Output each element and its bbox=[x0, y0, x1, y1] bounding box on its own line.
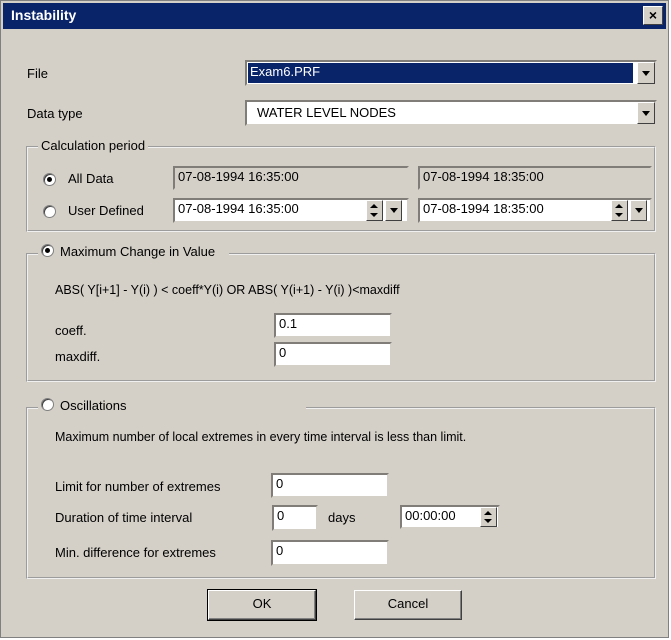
days-label: days bbox=[328, 510, 356, 525]
maxdiff-input[interactable]: 0 bbox=[274, 342, 392, 367]
user-defined-radio[interactable] bbox=[43, 205, 56, 218]
end-spinner-icon[interactable] bbox=[611, 200, 628, 221]
user-defined-end-value: 07-08-1994 18:35:00 bbox=[423, 201, 544, 216]
time-spinner-icon[interactable] bbox=[480, 507, 497, 527]
maximum-change-label: Maximum Change in Value bbox=[60, 244, 216, 259]
end-chevron-down-icon[interactable] bbox=[630, 200, 647, 221]
limit-input[interactable]: 0 bbox=[271, 473, 389, 498]
file-value: Exam6.PRF bbox=[248, 63, 633, 83]
oscillations-radio[interactable] bbox=[41, 398, 54, 411]
start-chevron-down-icon[interactable] bbox=[385, 200, 402, 221]
data-type-label: Data type bbox=[27, 106, 83, 121]
all-data-radio[interactable] bbox=[43, 173, 56, 186]
oscillations-description: Maximum number of local extremes in ever… bbox=[55, 430, 467, 444]
maximum-change-radio[interactable] bbox=[41, 244, 54, 257]
all-data-start-field: 07-08-1994 16:35:00 bbox=[173, 166, 409, 190]
start-spinner-icon[interactable] bbox=[366, 200, 383, 221]
chevron-down-icon[interactable] bbox=[637, 102, 655, 124]
duration-time-value: 00:00:00 bbox=[405, 508, 456, 523]
all-data-label: All Data bbox=[68, 171, 114, 186]
limit-label: Limit for number of extremes bbox=[55, 479, 221, 494]
cancel-button[interactable]: Cancel bbox=[354, 590, 462, 620]
file-label: File bbox=[27, 66, 48, 81]
data-type-select[interactable]: WATER LEVEL NODES bbox=[245, 100, 657, 126]
ok-button[interactable]: OK bbox=[207, 589, 317, 621]
min-diff-input[interactable]: 0 bbox=[271, 540, 389, 566]
title-bar: Instability × bbox=[3, 3, 666, 29]
all-data-end-field: 07-08-1994 18:35:00 bbox=[418, 166, 652, 190]
coeff-input[interactable]: 0.1 bbox=[274, 313, 392, 338]
oscillations-legend: Oscillations bbox=[38, 398, 307, 413]
coeff-label: coeff. bbox=[55, 323, 87, 338]
dialog-title: Instability bbox=[11, 7, 77, 23]
user-defined-label: User Defined bbox=[68, 203, 144, 218]
user-defined-start-value: 07-08-1994 16:35:00 bbox=[178, 201, 299, 216]
oscillations-label: Oscillations bbox=[60, 398, 127, 413]
min-diff-label: Min. difference for extremes bbox=[55, 545, 216, 560]
duration-label: Duration of time interval bbox=[55, 510, 193, 525]
data-type-value: WATER LEVEL NODES bbox=[257, 105, 396, 120]
maxdiff-label: maxdiff. bbox=[55, 349, 101, 364]
formula-text: ABS( Y[i+1] - Y(i) ) < coeff*Y(i) OR ABS… bbox=[55, 283, 400, 297]
calculation-period-legend: Calculation period bbox=[38, 138, 149, 153]
close-button[interactable]: × bbox=[643, 6, 663, 25]
duration-days-input[interactable]: 0 bbox=[272, 505, 318, 531]
instability-dialog: Instability × File Exam6.PRF Data type W… bbox=[0, 0, 669, 638]
maximum-change-legend: Maximum Change in Value bbox=[38, 244, 230, 259]
chevron-down-icon[interactable] bbox=[637, 62, 655, 84]
file-select[interactable]: Exam6.PRF bbox=[245, 60, 657, 86]
